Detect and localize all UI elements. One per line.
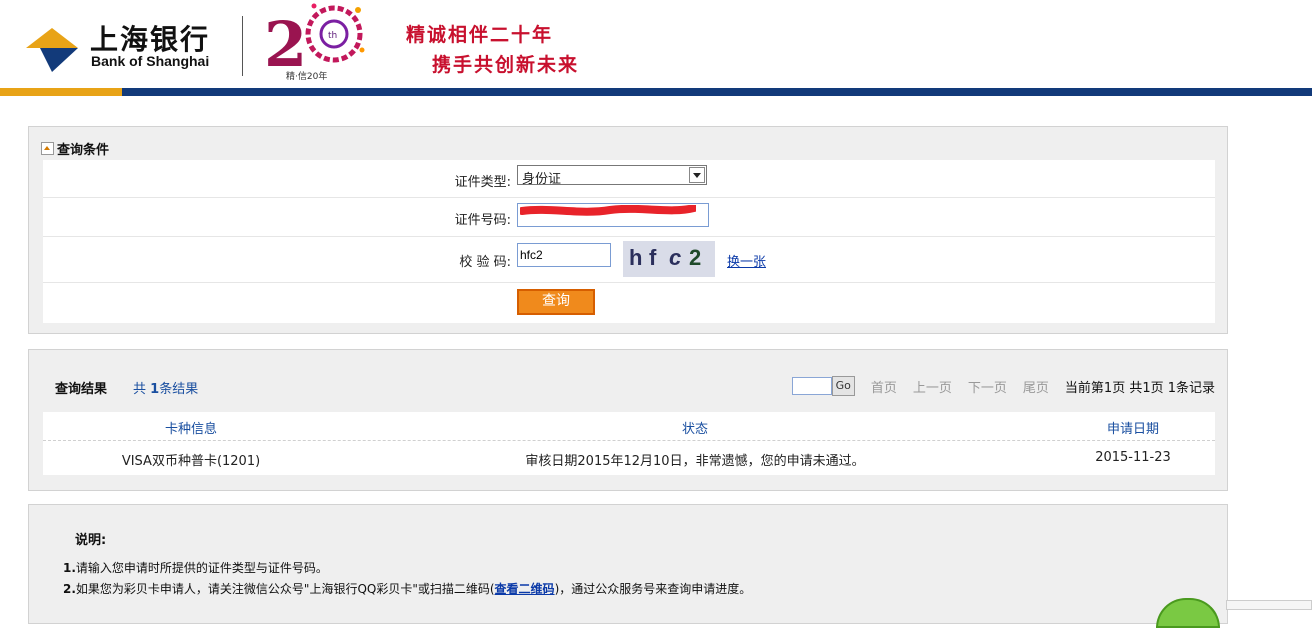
notes-panel: 说明: 1.请输入您申请时所提供的证件类型与证件号码。 2.如果您为彩贝卡申请人… [28, 504, 1228, 624]
page-number-input[interactable] [791, 377, 832, 395]
id-type-value: 身份证 [522, 172, 562, 187]
bank-logo-icon [26, 28, 78, 72]
chevron-down-icon[interactable] [689, 167, 705, 183]
bank-name-cn: 上海银行 [90, 23, 211, 56]
note-1-text: 请输入您申请时所提供的证件类型与证件号码。 [75, 561, 328, 575]
anniversary-caption: 精·信20年 [286, 72, 328, 82]
captcha-char: 2 [689, 245, 702, 270]
query-button[interactable]: 查询 [517, 289, 595, 315]
header-divider [242, 16, 243, 76]
id-type-row: 证件类型: 身份证 [43, 160, 1215, 198]
result-title: 查询结果 [55, 382, 108, 397]
site-header: 上海银行 Bank of Shanghai 2 th 精·信20年 精诚相伴二十… [0, 0, 1312, 98]
page-info: 当前第1页 共1页 1条记录 [1064, 380, 1215, 396]
note-2-num: 2. [63, 582, 76, 596]
id-type-label: 证件类型: [454, 175, 511, 190]
header-navy-bar [0, 88, 1312, 96]
captcha-char: c [669, 245, 682, 270]
prev-page-link[interactable]: 上一页 [913, 377, 952, 396]
refresh-captcha-link[interactable]: 换一张 [727, 251, 766, 270]
captcha-char: h [629, 245, 643, 270]
id-type-select[interactable]: 身份证 [517, 165, 707, 187]
captcha-input[interactable] [517, 243, 611, 267]
pagination: Go 首页 上一页 下一页 尾页 当前第1页 共1页 1条记录 [791, 376, 1215, 396]
first-page-link[interactable]: 首页 [871, 377, 897, 396]
captcha-image[interactable]: h f c 2 [623, 241, 715, 277]
result-panel: 查询结果 共 1条结果 Go 首页 上一页 下一页 尾页 当前第1页 共1页 1… [28, 349, 1228, 491]
result-count: 共 1条结果 [133, 378, 198, 397]
table-row: VISA双币种普卡(1201) 审核日期2015年12月10日，非常遗憾，您的申… [43, 441, 1215, 475]
captcha-char: f [649, 245, 657, 270]
col-apply-date: 申请日期 [1106, 422, 1159, 437]
slogan-line2: 携手共创新未来 [432, 54, 580, 76]
note-1-num: 1. [63, 561, 76, 575]
redaction-scribble [520, 205, 696, 216]
captcha-label: 校 验 码: [459, 255, 511, 270]
result-count-suffix: 条结果 [159, 382, 199, 397]
col-status: 状态 [681, 422, 708, 437]
col-card-info: 卡种信息 [164, 422, 217, 437]
next-page-link[interactable]: 下一页 [968, 377, 1007, 396]
id-number-label: 证件号码: [454, 213, 511, 228]
note-2-text-a: 如果您为彩贝卡申请人，请关注微信公众号"上海银行QQ彩贝卡"或扫描二维码( [75, 582, 495, 596]
note-2: 2.如果您为彩贝卡申请人，请关注微信公众号"上海银行QQ彩贝卡"或扫描二维码(查… [63, 580, 751, 597]
cell-card: VISA双币种普卡(1201) [121, 454, 261, 469]
submit-row: 查询 [43, 283, 1215, 323]
result-count-number: 1 [150, 382, 160, 397]
notes-title: 说明: [75, 533, 107, 548]
note-1: 1.请输入您申请时所提供的证件类型与证件号码。 [63, 559, 328, 576]
result-count-prefix: 共 [133, 382, 147, 397]
cell-date: 2015-11-23 [1095, 450, 1171, 465]
id-number-row: 证件号码: [43, 198, 1215, 237]
note-2-text-b: )，通过公众服务号来查询申请进度。 [554, 582, 752, 596]
query-title-label: 查询条件 [57, 143, 110, 158]
query-panel: 查询条件 证件类型: 身份证 证件号码: 校 验 码: h fc2 h f c … [28, 126, 1228, 334]
bank-name-en: Bank of Shanghai [91, 53, 210, 69]
go-button[interactable]: Go [831, 376, 855, 396]
view-qrcode-link[interactable]: 查看二维码 [495, 582, 555, 596]
id-number-input[interactable] [517, 203, 709, 227]
captcha-row: 校 验 码: h f c 2 换一张 [43, 237, 1215, 283]
last-page-link[interactable]: 尾页 [1023, 377, 1049, 396]
slogan-line1: 精诚相伴二十年 [406, 24, 554, 46]
query-title[interactable]: 查询条件 [41, 139, 109, 158]
floating-widget-bar[interactable] [1226, 600, 1312, 610]
result-table: 卡种信息 状态 申请日期 VISA双币种普卡(1201) 审核日期2015年12… [43, 412, 1215, 475]
table-header: 卡种信息 状态 申请日期 [43, 412, 1215, 441]
header-gold-bar [0, 88, 122, 96]
cell-status: 审核日期2015年12月10日，非常遗憾，您的申请未通过。 [525, 454, 865, 469]
collapse-icon[interactable] [41, 142, 54, 155]
svg-text:th: th [328, 31, 337, 41]
